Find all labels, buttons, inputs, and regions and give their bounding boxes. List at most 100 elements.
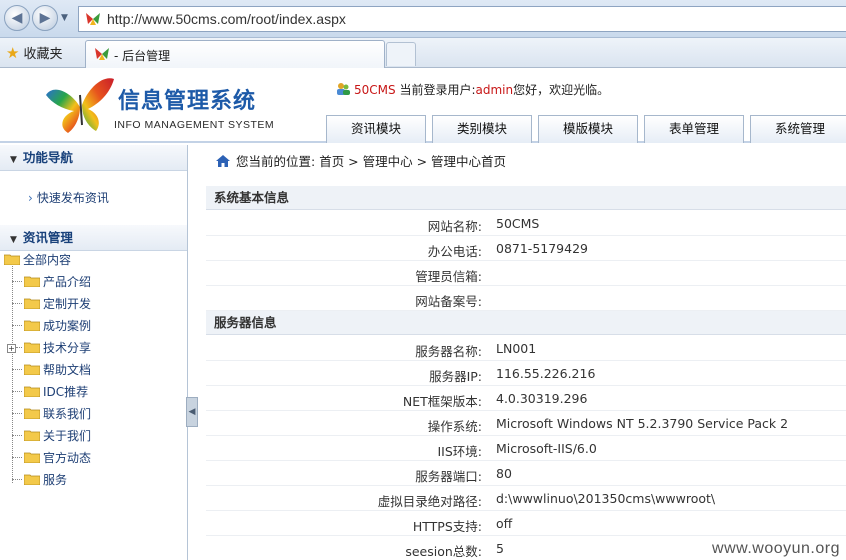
table-row: 服务器IP: 116.55.226.216 <box>206 361 846 386</box>
tree-item-contact[interactable]: 联系我们 <box>0 405 91 423</box>
user-prefix: 当前登录用户: <box>399 83 476 97</box>
brand-name: 50CMS <box>354 83 396 97</box>
row-key: 网站名称: <box>427 219 482 234</box>
row-value: Microsoft-IIS/6.0 <box>496 441 597 456</box>
star-icon: ★ <box>6 44 20 62</box>
site-favicon-icon <box>86 13 100 25</box>
favorites-button[interactable]: ★ 收藏夹 <box>6 42 62 64</box>
nav-template-module[interactable]: 模版模块 <box>538 115 638 143</box>
favorites-label: 收藏夹 <box>23 47 63 62</box>
nav-form-management[interactable]: 表单管理 <box>644 115 744 143</box>
site-title-cn: 信息管理系统 <box>118 89 257 114</box>
row-key: seesion总数: <box>405 544 482 559</box>
users-icon <box>337 83 350 95</box>
tree-item-service[interactable]: 服务 <box>0 471 67 489</box>
tree-root-label: 全部内容 <box>23 253 72 267</box>
table-row: 办公电话: 0871-5179429 <box>206 236 846 261</box>
breadcrumb: 您当前的位置: 首页 > 管理中心 > 管理中心首页 <box>216 151 506 170</box>
butterfly-logo-icon <box>46 78 114 133</box>
folder-icon <box>24 364 40 375</box>
row-value: 50CMS <box>496 216 540 231</box>
tree-item-label: 官方动态 <box>43 451 92 465</box>
row-value: LN001 <box>496 341 537 356</box>
tree-item-about[interactable]: 关于我们 <box>0 427 91 445</box>
nav-info-module[interactable]: 资讯模块 <box>326 115 426 143</box>
row-key: 网站备案号: <box>415 294 482 309</box>
row-value: 4.0.30319.296 <box>496 391 588 406</box>
row-value: 5 <box>496 541 504 556</box>
row-key: NET框架版本: <box>402 394 482 409</box>
tree-item-tech-share[interactable]: + 技术分享 <box>0 339 91 357</box>
browser-tab-active[interactable]: - 后台管理 <box>85 40 385 68</box>
row-value: off <box>496 516 513 531</box>
nav-system-management[interactable]: 系统管理 <box>750 115 846 143</box>
folder-icon <box>24 452 40 463</box>
folder-icon <box>24 298 40 309</box>
folder-icon <box>24 320 40 331</box>
table-row: 服务器端口: 80 <box>206 461 846 486</box>
row-key: HTTPS支持: <box>412 519 482 534</box>
row-value: 116.55.226.216 <box>496 366 596 381</box>
forward-arrow-icon: ▶ <box>39 10 51 26</box>
site-title-en: INFO MANAGEMENT SYSTEM <box>114 119 275 131</box>
table-row: IIS环境: Microsoft-IIS/6.0 <box>206 436 846 461</box>
nav-section-header[interactable]: ▼ 功能导航 <box>0 145 187 171</box>
folder-icon <box>24 276 40 287</box>
row-value: 80 <box>496 466 512 481</box>
row-value: d:\wwwlinuo\201350cms\wwwroot\ <box>496 491 716 506</box>
row-key: 管理员信箱: <box>415 269 482 284</box>
tree-root[interactable]: 全部内容 <box>4 251 71 269</box>
tree-item-custom-dev[interactable]: 定制开发 <box>0 295 91 313</box>
nav-category-module[interactable]: 类别模块 <box>432 115 532 143</box>
tree-item-label: 联系我们 <box>43 407 92 421</box>
tree-item-label: 定制开发 <box>43 297 92 311</box>
table-row: 服务器名称: LN001 <box>206 336 846 361</box>
breadcrumb-path[interactable]: 首页 > 管理中心 > 管理中心首页 <box>319 154 506 169</box>
watermark: www.wooyun.org <box>712 540 840 557</box>
folder-icon <box>24 386 40 397</box>
browser-address-bar: ◀ ▶ ▼ http://www.50cms.com/root/index.as… <box>0 0 846 38</box>
row-value: Microsoft Windows NT 5.2.3790 Service Pa… <box>496 416 789 431</box>
tree-item-news[interactable]: 官方动态 <box>0 449 91 467</box>
tree-item-idc[interactable]: IDC推荐 <box>0 383 88 401</box>
back-button[interactable]: ◀ <box>4 5 30 31</box>
row-key: 服务器端口: <box>415 469 482 484</box>
tree-item-help[interactable]: 帮助文档 <box>0 361 91 379</box>
table-row: 操作系统: Microsoft Windows NT 5.2.3790 Servi… <box>206 411 846 436</box>
breadcrumb-prefix: 您当前的位置: <box>236 154 316 169</box>
tree-item-label: 关于我们 <box>43 429 92 443</box>
collapse-triangle-icon: ▼ <box>10 235 17 245</box>
table-row: 虚拟目录绝对路径: d:\wwwlinuo\201350cms\wwwroot\ <box>206 486 846 511</box>
sidebar-collapse-handle[interactable]: ◀ <box>186 397 198 427</box>
login-info: 50CMS 当前登录用户:admin您好，欢迎光临。 <box>336 81 609 98</box>
info-section-title: 资讯管理 <box>22 230 73 245</box>
forward-button[interactable]: ▶ <box>32 5 58 31</box>
tree-item-products[interactable]: 产品介绍 <box>0 273 91 291</box>
tree-item-label: 成功案例 <box>43 319 92 333</box>
url-text: http://www.50cms.com/root/index.aspx <box>107 11 346 27</box>
browser-tab-bar: ★ 收藏夹 - 后台管理 <box>0 38 846 68</box>
info-section-header[interactable]: ▼ 资讯管理 <box>0 225 187 251</box>
tab-favicon-icon <box>95 48 109 60</box>
server-info-header: 服务器信息 <box>206 311 846 335</box>
table-row: NET框架版本: 4.0.30319.296 <box>206 386 846 411</box>
tree-item-cases[interactable]: 成功案例 <box>0 317 91 335</box>
quick-publish-link[interactable]: 快速发布资讯 <box>28 189 109 206</box>
folder-icon <box>24 408 40 419</box>
expand-plus-icon[interactable]: + <box>7 344 16 353</box>
tree-item-label: 服务 <box>43 473 68 487</box>
home-icon <box>216 155 230 167</box>
row-value: 0871-5179429 <box>496 241 588 256</box>
tab-title: - 后台管理 <box>114 49 171 63</box>
url-input[interactable]: http://www.50cms.com/root/index.aspx <box>78 6 846 32</box>
row-key: 服务器IP: <box>429 369 482 384</box>
tree-item-label: 产品介绍 <box>43 275 92 289</box>
left-sidebar: ▼ 功能导航 快速发布资讯 ▼ 资讯管理 全部内容 产品介绍 定制开发 成功案例 +… <box>0 145 188 560</box>
page-content: 信息管理系统 INFO MANAGEMENT SYSTEM 50CMS 当前登录… <box>0 69 846 560</box>
main-content: 您当前的位置: 首页 > 管理中心 > 管理中心首页 系统基本信息 网站名称: 5… <box>206 145 846 560</box>
current-username: admin <box>475 83 514 97</box>
folder-icon <box>24 342 40 353</box>
history-dropdown-icon[interactable]: ▼ <box>61 13 68 23</box>
new-tab-button[interactable] <box>386 42 416 66</box>
table-row: 网站名称: 50CMS <box>206 211 846 236</box>
